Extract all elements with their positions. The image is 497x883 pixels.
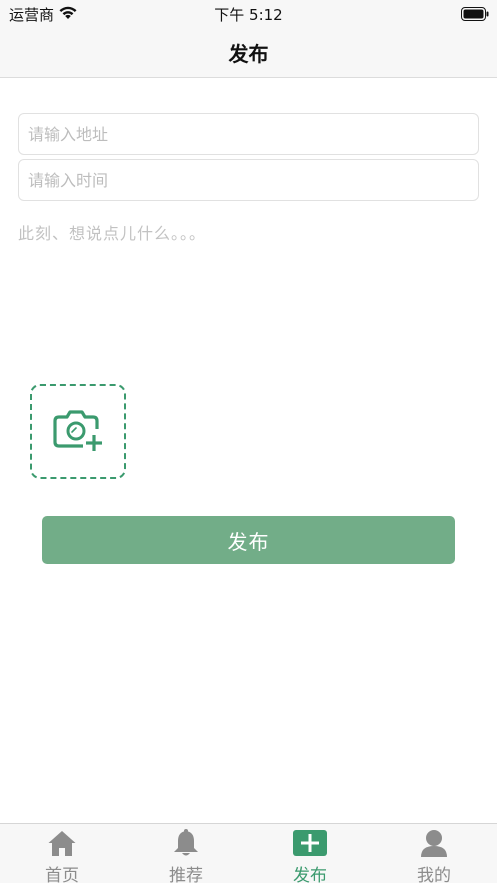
tab-home-label: 首页 [45,866,79,883]
tab-recommend[interactable]: 推荐 [124,824,248,883]
home-icon [47,829,77,857]
clock-time: 下午 5:12 [214,6,283,24]
user-icon [419,829,449,857]
page-title: 发布 [228,42,269,66]
status-bar: 运营商 下午 5:12 [0,0,497,26]
battery-icon [461,6,489,25]
tab-recommend-label: 推荐 [169,866,203,883]
tab-publish[interactable]: 发布 [248,824,372,883]
tab-publish-label: 发布 [293,866,327,883]
content-textarea[interactable] [18,218,479,368]
tab-home[interactable]: 首页 [0,824,124,883]
publish-button[interactable]: 发布 [42,516,455,564]
add-photo-button[interactable] [30,384,126,479]
bell-icon [171,829,201,857]
plus-square-icon [293,829,327,857]
tab-mine[interactable]: 我的 [372,824,496,883]
navigation-bar: 发布 [0,26,497,78]
camera-plus-icon [53,408,103,456]
address-input[interactable] [18,113,479,155]
tab-bar: 首页 推荐 发布 我的 [0,823,497,883]
tab-mine-label: 我的 [417,866,451,883]
time-input[interactable] [18,159,479,201]
